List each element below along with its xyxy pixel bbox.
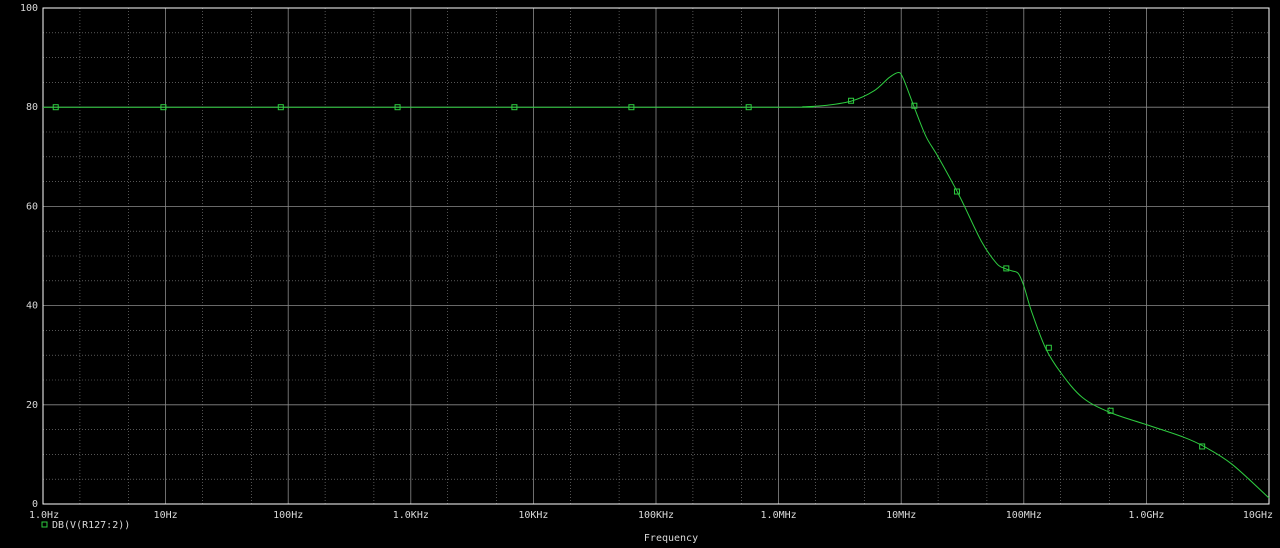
x-tick-label: 10KHz bbox=[518, 510, 548, 521]
x-tick-label: 1.0KHz bbox=[393, 510, 429, 521]
legend-label: DB(V(R127:2)) bbox=[52, 520, 130, 531]
plot-background bbox=[0, 0, 1280, 544]
x-tick-label: 10GHz bbox=[1243, 510, 1273, 521]
x-axis-label: Frequency bbox=[644, 533, 698, 544]
x-tick-label: 10Hz bbox=[154, 510, 178, 521]
x-tick-label: 10MHz bbox=[886, 510, 916, 521]
x-tick-label: 100Hz bbox=[273, 510, 303, 521]
y-tick-label: 60 bbox=[26, 201, 38, 212]
y-tick-label: 40 bbox=[26, 301, 38, 312]
y-tick-label: 100 bbox=[20, 3, 38, 14]
y-tick-label: 80 bbox=[26, 102, 38, 113]
y-tick-label: 20 bbox=[26, 400, 38, 411]
plot-svg: 020406080100 1.0Hz 10Hz 100Hz 1.0KHz 10KHz 10… bbox=[0, 0, 1280, 544]
x-tick-label: 100KHz bbox=[638, 510, 674, 521]
y-tick-label: 0 bbox=[32, 499, 38, 510]
legend: DB(V(R127:2)) bbox=[41, 520, 130, 531]
x-tick-label: 1.0GHz bbox=[1128, 510, 1164, 521]
x-tick-label: 100MHz bbox=[1006, 510, 1042, 521]
bode-plot: 0 20 40 60 80 100 1.0Hz 10Hz 100Hz 1.0KHz 10KHz 10… bbox=[0, 0, 1280, 544]
x-tick-label: 1.0MHz bbox=[761, 510, 797, 521]
